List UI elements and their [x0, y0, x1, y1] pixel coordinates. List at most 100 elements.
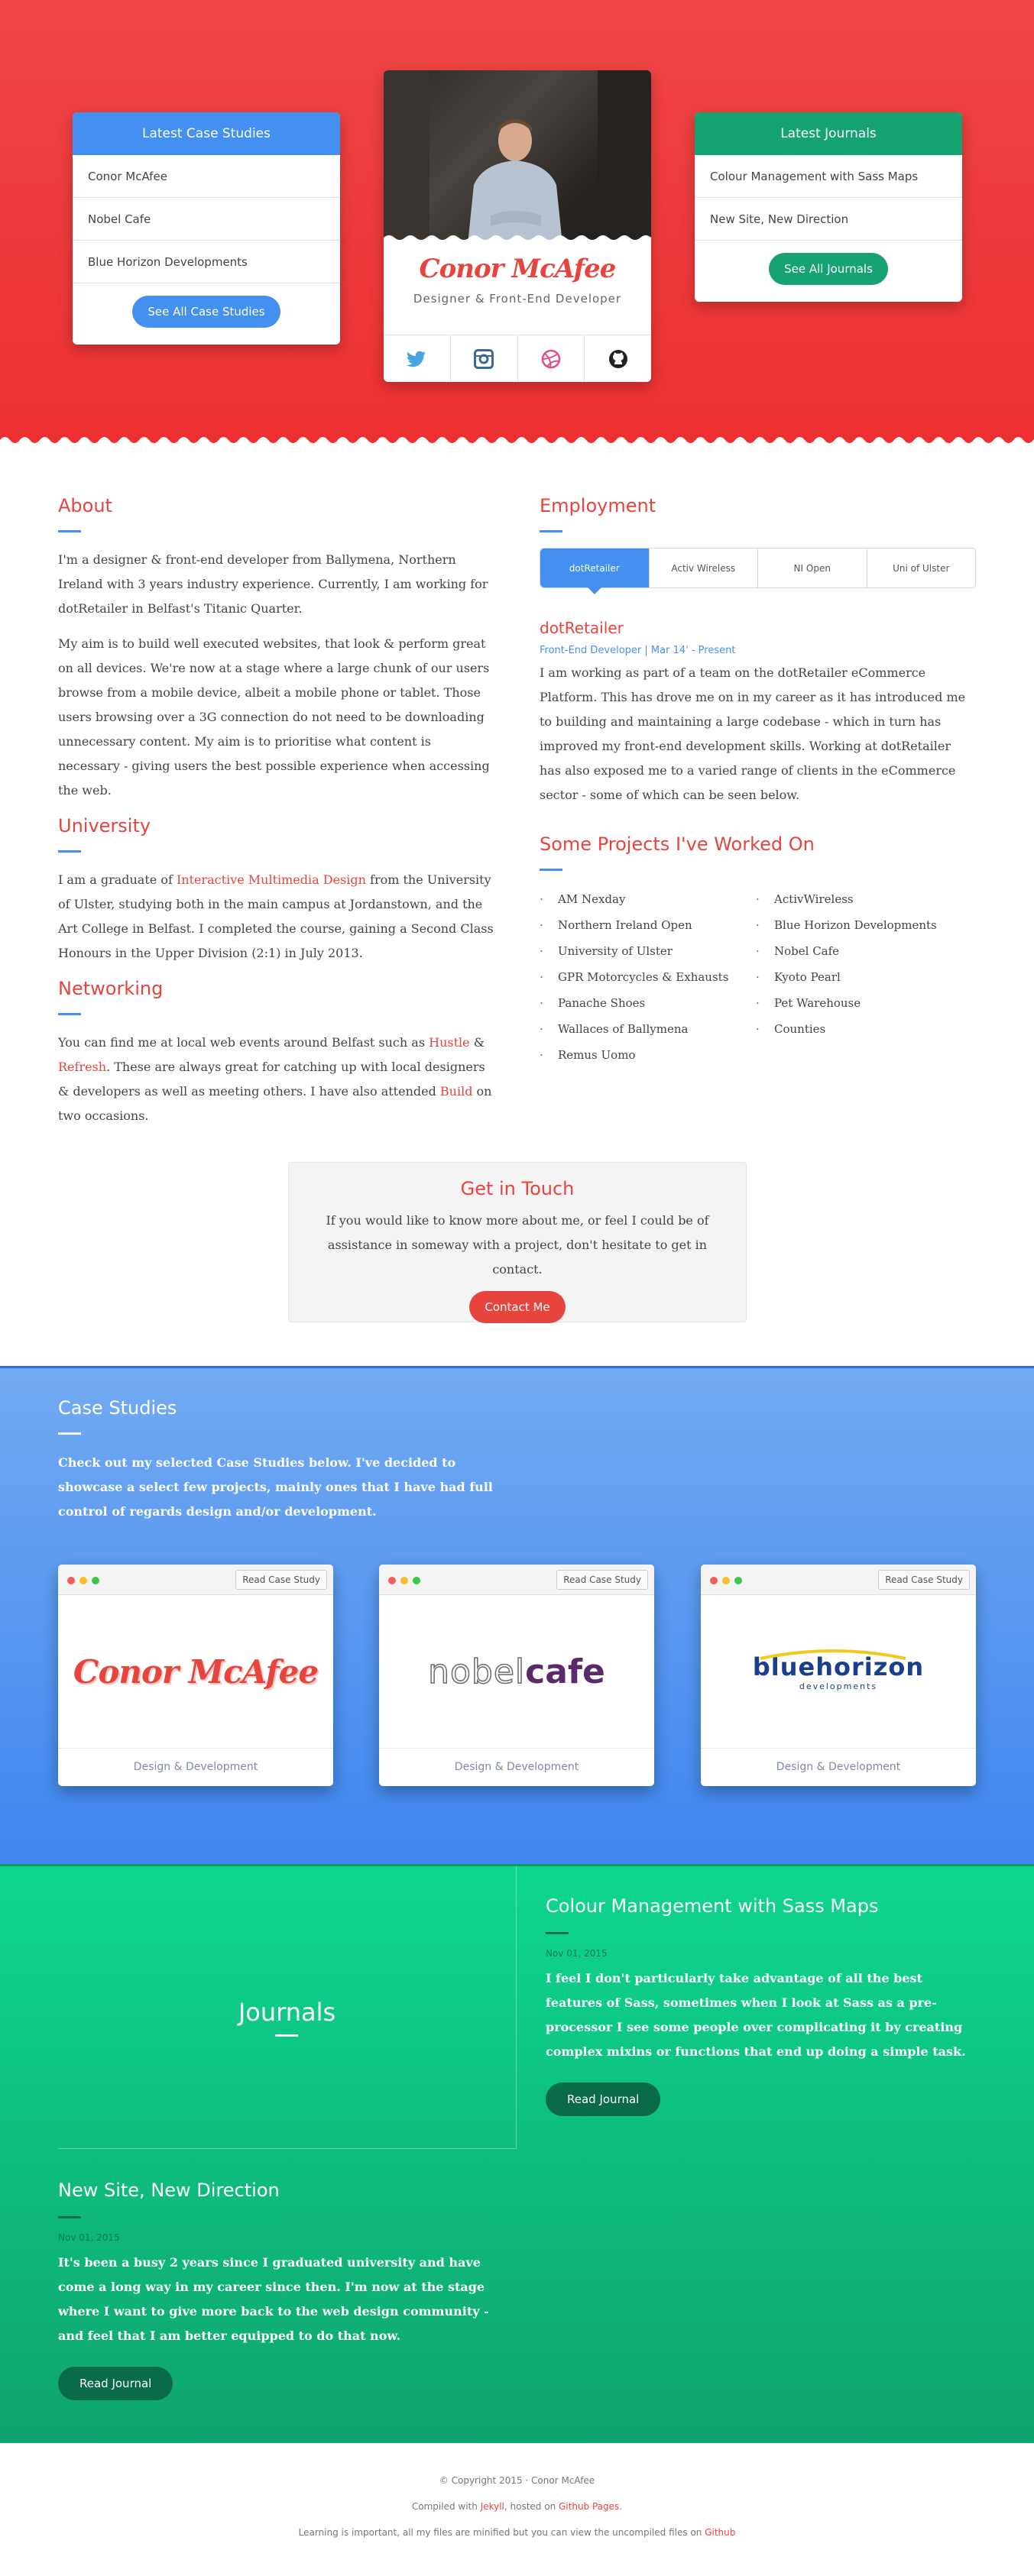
- projects-heading: Some Projects I've Worked On: [540, 833, 815, 855]
- company-name: dotRetailer: [540, 619, 624, 637]
- case-study-link[interactable]: Conor McAfee: [73, 155, 340, 198]
- about-paragraph: I'm a designer & front-end developer fro…: [58, 552, 488, 616]
- read-journal-button[interactable]: Read Journal: [58, 2367, 173, 2400]
- refresh-link[interactable]: Refresh: [58, 1060, 106, 1074]
- heading-rule: [58, 530, 81, 532]
- see-all-journals-button[interactable]: See All Journals: [769, 253, 888, 285]
- university-heading: University: [58, 815, 151, 837]
- build-link[interactable]: Build: [440, 1084, 473, 1099]
- journal-title[interactable]: New Site, New Direction: [58, 2180, 494, 2201]
- projects-list-left: AM Nexday Northern Ireland Open Universi…: [540, 886, 756, 1068]
- card-title: Latest Journals: [695, 112, 962, 155]
- heading-rule: [275, 2034, 298, 2037]
- close-dot-icon: [67, 1577, 75, 1584]
- browser-bar: Read Case Study: [701, 1565, 976, 1595]
- contact-panel: Get in Touch If you would like to know m…: [288, 1162, 747, 1323]
- read-case-study-button[interactable]: Read Case Study: [235, 1570, 327, 1590]
- copyright: © Copyright 2015 · Conor McAfee: [439, 2475, 595, 2486]
- heading-rule: [58, 2216, 81, 2218]
- jekyll-link[interactable]: Jekyll: [481, 2501, 504, 2512]
- tab-uni-of-ulster[interactable]: Uni of Ulster: [867, 549, 976, 587]
- journal-entry: Colour Management with Sass Maps Nov 01,…: [546, 1895, 974, 2116]
- list-item: Nobel Cafe: [756, 938, 937, 964]
- case-study-card: Read Case Study bluehorizon developments…: [701, 1565, 976, 1786]
- heading-rule: [58, 1432, 81, 1435]
- minimize-dot-icon: [722, 1577, 730, 1584]
- list-item: University of Ulster: [540, 938, 756, 964]
- github-pages-link[interactable]: Github Pages: [559, 2501, 619, 2512]
- case-study-caption: Design & Development: [701, 1748, 976, 1786]
- case-study-card: Read Case Study nobel cafe Design & Devel…: [379, 1565, 654, 1786]
- list-item: ActivWireless: [756, 886, 937, 912]
- hero-wave-divider: [0, 437, 1034, 452]
- tab-dotretailer[interactable]: dotRetailer: [540, 549, 650, 594]
- case-study-link[interactable]: Nobel Cafe: [73, 198, 340, 241]
- hero-section: Latest Case Studies Conor McAfee Nobel C…: [0, 0, 1034, 452]
- case-study-link[interactable]: Blue Horizon Developments: [73, 241, 340, 283]
- about-paragraph: My aim is to build well executed website…: [58, 636, 490, 798]
- journal-link[interactable]: Colour Management with Sass Maps: [695, 155, 962, 198]
- case-studies-intro: Check out my selected Case Studies below…: [58, 1455, 493, 1519]
- journal-excerpt: I feel I don't particularly take advanta…: [546, 1971, 966, 2059]
- journals-heading: Journals: [238, 1998, 336, 2027]
- compiled-note: Compiled with Jekyll, hosted on Github P…: [411, 2501, 623, 2512]
- journal-title[interactable]: Colour Management with Sass Maps: [546, 1895, 974, 1917]
- hustle-link[interactable]: Hustle: [429, 1035, 469, 1050]
- read-journal-button[interactable]: Read Journal: [546, 2082, 661, 2116]
- about-heading: About: [58, 495, 112, 516]
- employment-panel: dotRetailer Front-End Developer | Mar 14…: [540, 619, 976, 1068]
- read-case-study-button[interactable]: Read Case Study: [878, 1570, 970, 1590]
- card-title: Latest Case Studies: [73, 112, 340, 155]
- profile-name: Conor McAfee: [419, 254, 617, 284]
- instagram-link[interactable]: [451, 335, 518, 382]
- minimize-dot-icon: [400, 1577, 408, 1584]
- journal-link[interactable]: New Site, New Direction: [695, 198, 962, 241]
- dribbble-link[interactable]: [518, 335, 585, 382]
- source-note: Learning is important, all my files are …: [298, 2527, 736, 2538]
- github-link[interactable]: Github: [705, 2527, 735, 2538]
- footer: © Copyright 2015 · Conor McAfee Compiled…: [0, 2443, 1034, 2576]
- heading-rule: [540, 869, 562, 871]
- profile-photo: [384, 70, 651, 245]
- conor-mcafee-logo[interactable]: Conor McAfee: [58, 1595, 333, 1748]
- list-item: Northern Ireland Open: [540, 912, 756, 938]
- networking-heading: Networking: [58, 978, 164, 999]
- list-item: Counties: [756, 1016, 937, 1042]
- tab-ni-open[interactable]: NI Open: [758, 549, 867, 587]
- tab-activ-wireless[interactable]: Activ Wireless: [650, 549, 758, 587]
- case-studies-heading: Case Studies: [58, 1397, 177, 1419]
- case-study-caption: Design & Development: [379, 1748, 654, 1786]
- journal-date: Nov 01, 2015: [546, 1948, 608, 1959]
- networking-paragraph: You can find me at local web events arou…: [58, 1035, 492, 1123]
- imd-course-link[interactable]: Interactive Multimedia Design: [177, 872, 366, 887]
- github-link[interactable]: [585, 335, 651, 382]
- profile-role: Designer & Front-End Developer: [413, 292, 622, 306]
- nobel-cafe-logo[interactable]: nobel cafe: [379, 1595, 654, 1748]
- university-paragraph: I am a graduate of Interactive Multimedi…: [58, 872, 494, 960]
- heading-rule: [540, 530, 562, 532]
- projects-list-right: ActivWireless Blue Horizon Developments …: [756, 886, 937, 1068]
- employment-heading: Employment: [540, 495, 656, 516]
- twitter-link[interactable]: [384, 335, 451, 382]
- job-meta: Front-End Developer | Mar 14' - Present: [540, 645, 736, 656]
- job-description: I am working as part of a team on the do…: [540, 665, 966, 802]
- about-column: About I'm a designer & front-end develop…: [58, 495, 494, 1139]
- case-study-card: Read Case Study Conor McAfee Design & De…: [58, 1565, 333, 1786]
- read-case-study-button[interactable]: Read Case Study: [556, 1570, 648, 1590]
- blue-horizon-logo[interactable]: bluehorizon developments: [701, 1595, 976, 1748]
- journals-title-panel: Journals: [58, 1866, 517, 2149]
- social-links: [384, 335, 651, 382]
- see-all-case-studies-button[interactable]: See All Case Studies: [132, 296, 280, 328]
- contact-me-button[interactable]: Contact Me: [469, 1291, 566, 1323]
- employment-tabs: dotRetailer Activ Wireless NI Open Uni o…: [540, 548, 976, 594]
- list-item: Kyoto Pearl: [756, 964, 937, 990]
- list-item: Pet Warehouse: [756, 990, 937, 1016]
- browser-bar: Read Case Study: [58, 1565, 333, 1595]
- heading-rule: [546, 1932, 569, 1934]
- close-dot-icon: [388, 1577, 396, 1584]
- browser-bar: Read Case Study: [379, 1565, 654, 1595]
- maximize-dot-icon: [734, 1577, 742, 1584]
- list-item: GPR Motorcycles & Exhausts: [540, 964, 756, 990]
- close-dot-icon: [710, 1577, 718, 1584]
- contact-text: If you would like to know more about me,…: [326, 1213, 709, 1277]
